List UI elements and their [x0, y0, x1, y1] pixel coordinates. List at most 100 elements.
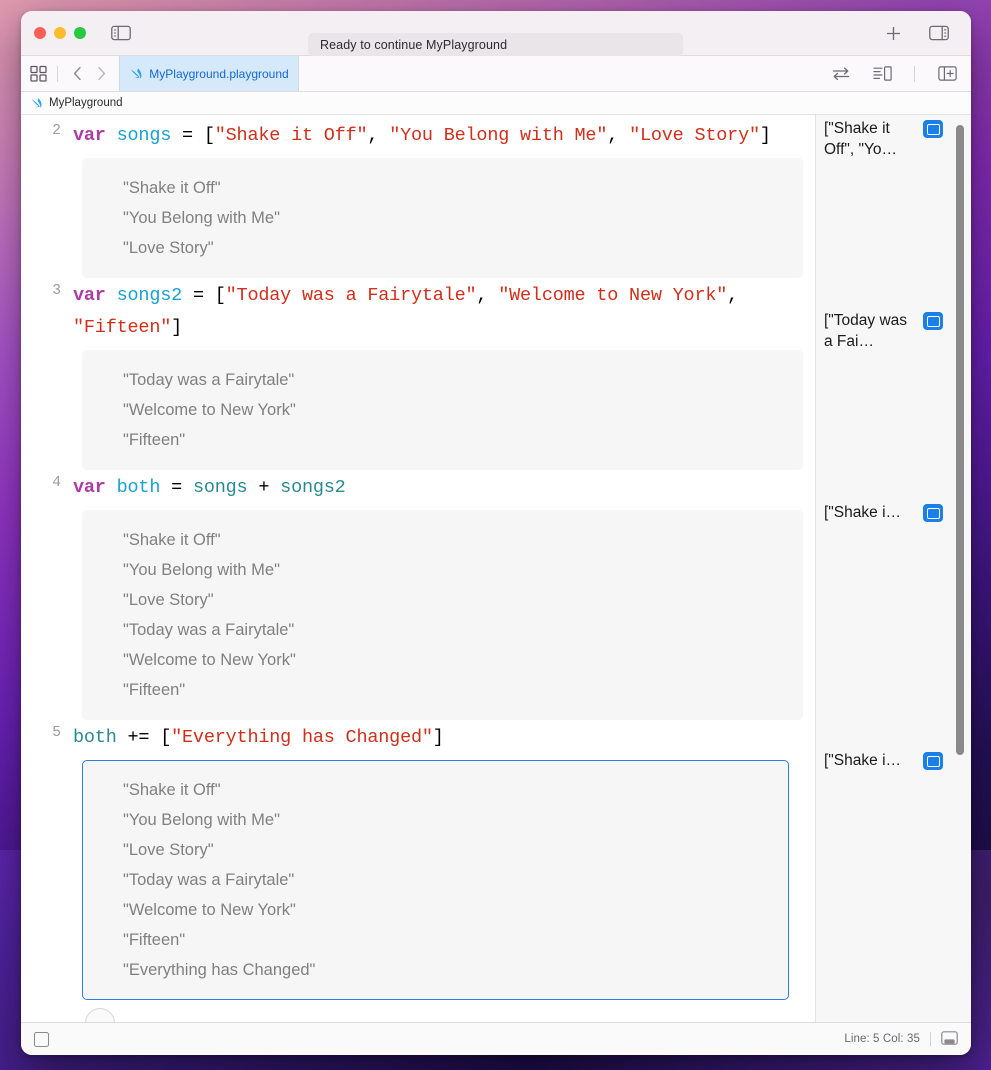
result-line: "Welcome to New York" — [123, 895, 788, 925]
token-str: "Everything has Changed" — [171, 727, 433, 748]
quicklook-icon[interactable] — [923, 120, 943, 138]
result-sidebar-item[interactable]: ["Shake i… — [824, 502, 943, 523]
result-line: "You Belong with Me" — [123, 555, 802, 585]
breadcrumb[interactable]: MyPlayground — [21, 92, 971, 115]
result-sidebar-value: ["Shake it Off", "Yo… — [824, 118, 918, 160]
status-pill[interactable]: Ready to continue MyPlayground — [308, 33, 683, 56]
tab-grid-icon[interactable] — [30, 65, 47, 82]
plus-icon[interactable] — [880, 20, 906, 46]
editor-tabbar: MyPlayground.playground — [21, 56, 971, 92]
token-plain: , — [727, 285, 749, 306]
result-line: "You Belong with Me" — [123, 203, 802, 233]
line-number: 2 — [21, 120, 73, 139]
code-line[interactable]: 3var songs2 = ["Today was a Fairytale", … — [21, 278, 815, 344]
token-decl: both — [117, 477, 172, 498]
result-sidebar-item[interactable]: ["Shake i… — [824, 750, 943, 771]
code-line[interactable]: 4var both = songs + songs2 — [21, 470, 815, 504]
minimap-icon[interactable] — [869, 61, 895, 87]
token-str: "Love Story" — [629, 125, 760, 146]
token-plain: = [ — [193, 285, 226, 306]
console-toggle-icon[interactable] — [941, 1031, 958, 1048]
result-box[interactable]: "Shake it Off""You Belong with Me""Love … — [82, 510, 803, 720]
result-box[interactable]: "Shake it Off""You Belong with Me""Love … — [82, 158, 803, 278]
result-line: "Love Story" — [123, 233, 802, 263]
result-line: "You Belong with Me" — [123, 805, 788, 835]
minimize-button[interactable] — [54, 27, 66, 39]
result-sidebar-item[interactable]: ["Shake it Off", "Yo… — [824, 118, 943, 160]
token-plain: = [ — [182, 125, 215, 146]
swift-file-icon — [129, 67, 143, 81]
result-line: "Everything has Changed" — [123, 955, 788, 985]
result-sidebar-item[interactable]: ["Today was a Fai… — [824, 310, 943, 352]
add-editor-icon[interactable] — [934, 61, 960, 87]
code-text[interactable]: var songs = ["Shake it Off", "You Belong… — [73, 120, 815, 152]
chevron-left-icon[interactable] — [68, 62, 86, 86]
statusbar-divider — [930, 1032, 931, 1046]
result-sidebar-value: ["Shake i… — [824, 750, 918, 771]
quicklook-icon[interactable] — [923, 752, 943, 770]
result-box-selected[interactable]: "Shake it Off""You Belong with Me""Love … — [82, 760, 789, 1000]
run-playground-button[interactable] — [85, 1008, 115, 1022]
swap-arrows-icon[interactable] — [828, 61, 854, 87]
token-plain: = — [171, 477, 193, 498]
zoom-button[interactable] — [74, 27, 86, 39]
result-line: "Shake it Off" — [123, 525, 802, 555]
code-text[interactable]: var both = songs + songs2 — [73, 472, 815, 504]
token-str: "You Belong with Me" — [389, 125, 607, 146]
tabbar-right-divider — [914, 66, 915, 82]
results-sidebar[interactable]: ["Shake it Off", "Yo… ["Today was a Fai… [… — [815, 115, 971, 1022]
quicklook-icon[interactable] — [923, 504, 943, 522]
code-line[interactable]: 2var songs = ["Shake it Off", "You Belon… — [21, 118, 815, 152]
breadcrumb-label: MyPlayground — [49, 97, 123, 109]
token-decl: songs2 — [117, 285, 193, 306]
editor-body: 2var songs = ["Shake it Off", "You Belon… — [21, 115, 971, 1022]
statusbar-right: Line: 5 Col: 35 — [844, 1031, 958, 1048]
token-str: "Today was a Fairytale" — [226, 285, 477, 306]
result-line: "Today was a Fairytale" — [123, 615, 802, 645]
result-line: "Love Story" — [123, 835, 788, 865]
token-plain: , — [367, 125, 389, 146]
tabbar-right-controls — [828, 56, 971, 91]
line-number: 4 — [21, 472, 73, 491]
code-line[interactable]: 5both += ["Everything has Changed"] — [21, 720, 815, 754]
tabbar-divider — [57, 66, 58, 82]
result-line: "Welcome to New York" — [123, 645, 802, 675]
code-text[interactable]: both += ["Everything has Changed"] — [73, 722, 815, 754]
token-str: "Fifteen" — [73, 317, 171, 338]
token-str: "Welcome to New York" — [498, 285, 727, 306]
sidebar-toggle-icon[interactable] — [108, 20, 134, 46]
token-plain: ] — [433, 727, 444, 748]
panel-toggle-icon[interactable] — [34, 1032, 49, 1047]
results-scrollbar[interactable] — [956, 125, 964, 755]
line-number: 5 — [21, 722, 73, 741]
tab-myplayground-playground[interactable]: MyPlayground.playground — [119, 56, 299, 91]
code-text[interactable]: var songs2 = ["Today was a Fairytale", "… — [73, 280, 815, 344]
token-plain: ] — [171, 317, 182, 338]
token-decl: songs — [117, 125, 182, 146]
token-plain: + — [247, 477, 280, 498]
traffic-light-group — [34, 27, 86, 39]
result-sidebar-value: ["Shake i… — [824, 502, 918, 523]
result-box[interactable]: "Today was a Fairytale""Welcome to New Y… — [82, 350, 803, 470]
token-plain: += [ — [128, 727, 172, 748]
titlebar-right-controls — [880, 20, 958, 46]
xcode-playground-window: Ready to continue MyPlayground — [21, 11, 971, 1055]
tab-label: MyPlayground.playground — [149, 67, 288, 81]
line-number: 3 — [21, 280, 73, 299]
quicklook-icon[interactable] — [923, 312, 943, 330]
inspector-toggle-icon[interactable] — [926, 20, 952, 46]
token-kw: var — [73, 285, 117, 306]
result-line: "Love Story" — [123, 585, 802, 615]
result-line: "Shake it Off" — [123, 775, 788, 805]
status-bar: Line: 5 Col: 35 — [21, 1022, 971, 1055]
chevron-right-icon[interactable] — [92, 62, 110, 86]
result-line: "Shake it Off" — [123, 173, 802, 203]
token-str: "Shake it Off" — [215, 125, 368, 146]
token-ident: songs2 — [280, 477, 345, 498]
close-button[interactable] — [34, 27, 46, 39]
result-line: "Fifteen" — [123, 675, 802, 705]
result-line: "Today was a Fairytale" — [123, 365, 802, 395]
token-plain: ] — [760, 125, 771, 146]
source-editor[interactable]: 2var songs = ["Shake it Off", "You Belon… — [21, 115, 815, 1022]
result-line: "Today was a Fairytale" — [123, 865, 788, 895]
